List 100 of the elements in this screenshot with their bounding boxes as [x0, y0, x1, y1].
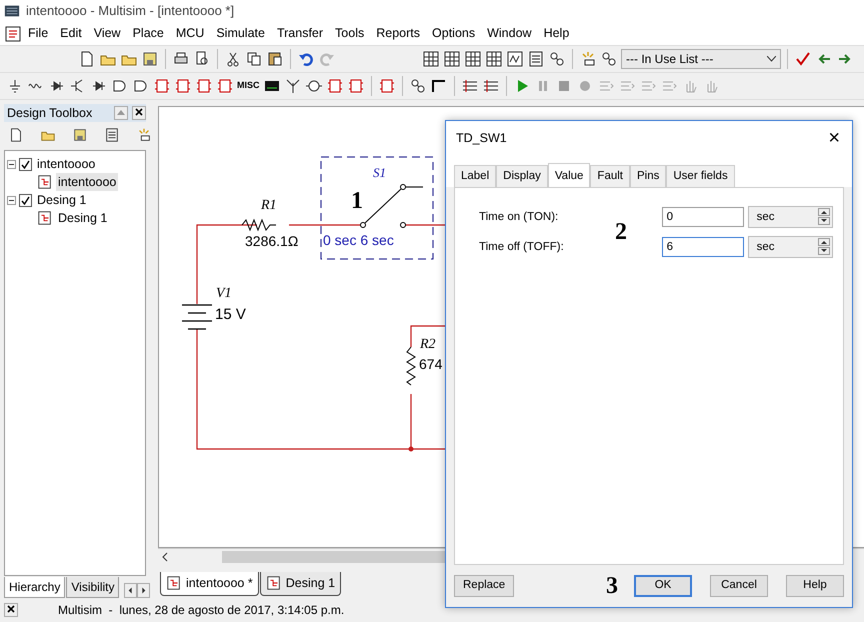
input-field[interactable]: 6: [662, 237, 744, 258]
calculator-icon[interactable]: [527, 50, 545, 68]
callout-number: 1: [351, 188, 363, 214]
tree-item[interactable]: Desing 1: [35, 190, 88, 210]
bars-icon[interactable]: [460, 77, 478, 95]
menu-item[interactable]: Options: [426, 22, 482, 45]
window-icon[interactable]: [104, 127, 120, 143]
grid-icon[interactable]: [443, 50, 461, 68]
panel-title: Design Toolbox: [7, 104, 92, 122]
component-label: V1: [216, 286, 232, 301]
callout-number: 2: [615, 218, 627, 248]
switch-symbol[interactable]: [360, 184, 424, 228]
close-icon: [135, 108, 143, 116]
grid-icon[interactable]: [422, 50, 440, 68]
menu-item[interactable]: Tools: [329, 22, 370, 45]
close-button[interactable]: [4, 603, 18, 617]
component-value: 15 V: [215, 306, 246, 323]
network-icon[interactable]: [548, 50, 566, 68]
menu-item[interactable]: File: [22, 22, 54, 45]
wire-icon[interactable]: [430, 77, 448, 95]
dialog-button[interactable]: Help: [786, 575, 844, 597]
chip-icon[interactable]: [195, 77, 213, 95]
dialog-tab[interactable]: Fault: [590, 165, 630, 188]
close-button[interactable]: [132, 106, 146, 120]
dialog-title: TD_SW1: [456, 130, 507, 147]
chip-icon[interactable]: [153, 77, 171, 95]
dialog-button[interactable]: Cancel: [710, 575, 768, 597]
tree-item[interactable]: intentoooo: [35, 154, 98, 174]
menu-item[interactable]: Help: [538, 22, 576, 45]
paste-icon[interactable]: [266, 50, 284, 68]
chip-icon[interactable]: [378, 77, 396, 95]
battery-symbol[interactable]: [181, 304, 213, 330]
dialog-button[interactable]: Replace: [454, 575, 514, 597]
network-icon[interactable]: [408, 77, 426, 95]
status-text: Multisim - lunes, 28 de agosto de 2017, 3:14:05 p.m.: [58, 602, 344, 619]
dialog-tab[interactable]: Label: [454, 165, 496, 188]
scroll-left-icon[interactable]: [124, 583, 138, 598]
document-icon[interactable]: [4, 24, 22, 42]
resistor-symbol[interactable]: [242, 218, 276, 232]
document-tab[interactable]: Desing 1: [260, 572, 342, 596]
panel-tab[interactable]: Visibility: [66, 577, 120, 598]
grid-icon[interactable]: [464, 50, 482, 68]
graph-icon[interactable]: [506, 50, 524, 68]
field-label: Time on (TON):: [479, 210, 560, 225]
menu-item[interactable]: Window: [481, 22, 538, 45]
chip-icon[interactable]: [326, 77, 344, 95]
tree-item[interactable]: Desing 1: [56, 208, 110, 228]
menu-item[interactable]: MCU: [170, 22, 210, 45]
dialog-tab[interactable]: Value: [548, 163, 590, 188]
menu-item[interactable]: Simulate: [210, 22, 271, 45]
chip-icon[interactable]: [174, 77, 192, 95]
unit-spinner[interactable]: sec: [748, 206, 833, 228]
checkbox[interactable]: [19, 194, 32, 206]
checkbox[interactable]: [19, 158, 32, 170]
dialog-tab[interactable]: Display: [496, 165, 548, 188]
component-label: S1: [373, 165, 386, 180]
app-icon: [4, 3, 20, 19]
dialog-tab[interactable]: User fields: [666, 165, 735, 188]
schematic-file-icon: [166, 575, 182, 592]
junction-dot: [408, 446, 414, 452]
resistor-symbol[interactable]: [406, 346, 416, 386]
expander-icon[interactable]: [7, 196, 16, 204]
tree-item[interactable]: intentoooo: [56, 172, 118, 192]
menu-item[interactable]: Reports: [370, 22, 426, 45]
network-icon[interactable]: [600, 50, 618, 68]
check-icon[interactable]: [794, 50, 812, 68]
menu-item[interactable]: Place: [126, 22, 170, 45]
selection-box[interactable]: [320, 156, 434, 260]
field-label: Time off (TOFF):: [479, 240, 565, 255]
grid-icon[interactable]: [485, 50, 503, 68]
expander-icon[interactable]: [7, 160, 16, 168]
schematic-file-icon: [37, 210, 53, 226]
bars-icon[interactable]: [482, 77, 500, 95]
copy-icon[interactable]: [245, 50, 263, 68]
component-value: 674: [419, 356, 442, 372]
menu-item[interactable]: Transfer: [270, 22, 330, 45]
in-use-list-dropdown[interactable]: --- In Use List ---: [621, 49, 781, 69]
close-button[interactable]: ×: [826, 128, 842, 148]
unit-spinner[interactable]: sec: [748, 236, 833, 258]
component-value: 3286.1Ω: [245, 233, 298, 249]
dialog-button[interactable]: OK: [634, 575, 692, 597]
menu-item[interactable]: Edit: [54, 22, 88, 45]
misc-button[interactable]: MISC: [237, 79, 260, 93]
save-icon[interactable]: [72, 127, 88, 143]
schematic-file-icon: [266, 575, 282, 592]
document-tab[interactable]: intentoooo *: [160, 572, 259, 596]
triangle-up-icon: [117, 109, 125, 116]
menu-item[interactable]: View: [88, 22, 127, 45]
chip-icon[interactable]: [346, 77, 364, 95]
scroll-right-icon[interactable]: [137, 583, 150, 598]
component-label: R1: [261, 198, 277, 213]
dialog-tab[interactable]: Pins: [630, 165, 666, 188]
save-icon[interactable]: [141, 50, 159, 68]
input-field[interactable]: 0: [662, 207, 744, 228]
close-icon: [7, 605, 15, 614]
new-file-icon[interactable]: [8, 127, 24, 143]
panel-tab[interactable]: Hierarchy: [4, 577, 66, 598]
antenna-icon[interactable]: [284, 77, 302, 95]
component-label: R2: [420, 337, 436, 352]
callout-number: 3: [606, 572, 618, 601]
